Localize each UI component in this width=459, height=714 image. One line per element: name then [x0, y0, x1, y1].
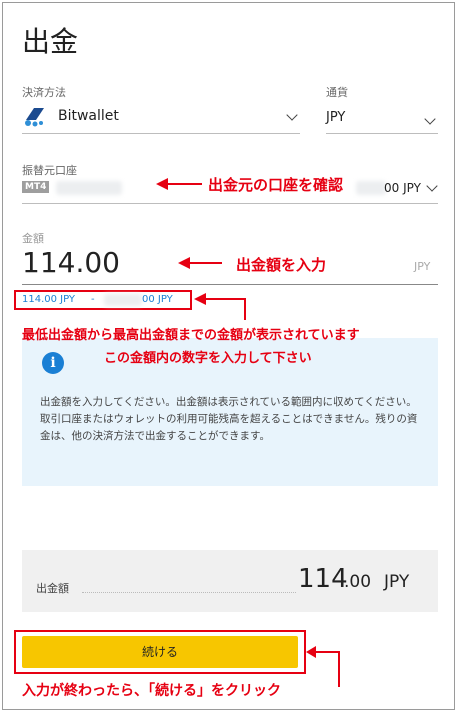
annotation-arrow-continue-v — [338, 651, 340, 687]
payment-underline — [22, 133, 300, 134]
info-text: 出金額を入力してください。出金額は表示されている範囲内に収めてください。取引口座… — [40, 396, 418, 442]
info-icon: i — [42, 352, 64, 374]
currency-value: JPY — [326, 110, 346, 125]
annotation-range-line1: 最低出金額から最高出金額までの金額が表示されています — [22, 328, 360, 343]
account-type-tag: MT4 — [22, 181, 50, 193]
range-max-suffix: 00 JPY — [142, 294, 173, 305]
chevron-down-icon — [424, 113, 436, 125]
page-title: 出金 — [22, 25, 79, 58]
annotation-arrow-account-shaft — [166, 183, 202, 185]
payment-method-select[interactable]: Bitwallet — [22, 104, 312, 134]
continue-button[interactable]: 続ける — [22, 636, 298, 668]
range-max-redacted — [104, 294, 142, 306]
payment-method-label: 決済方法 — [22, 86, 66, 99]
summary-unit: JPY — [384, 572, 410, 592]
currency-select[interactable]: JPY — [326, 104, 438, 134]
annotation-arrow-range-v — [244, 298, 246, 320]
summary-amount-dec: .00 — [344, 572, 372, 592]
annotation-arrow-continue-h — [314, 651, 340, 653]
annotation-range-line2: この金額内の数字を入力して下さい — [104, 351, 312, 366]
annotation-arrow-amount-shaft — [188, 262, 222, 264]
summary-amount-int: 114 — [298, 564, 348, 594]
balance-redacted — [356, 181, 386, 195]
amount-unit: JPY — [414, 260, 431, 273]
currency-label: 通貨 — [326, 86, 348, 99]
annotation-amount: 出金額を入力 — [236, 256, 327, 274]
amount-value: 114.00 — [22, 246, 120, 279]
account-underline — [22, 203, 438, 204]
account-label: 振替元口座 — [22, 164, 77, 177]
summary-panel: 出金額 114 .00 JPY — [22, 550, 438, 612]
annotation-account: 出金元の口座を確認 — [208, 176, 344, 194]
range-min: 114.00 JPY — [22, 294, 76, 305]
amount-underline — [22, 284, 438, 285]
account-balance-suffix: 00 JPY — [384, 181, 421, 195]
annotation-continue: 入力が終わったら、「続ける」をクリック — [22, 683, 281, 699]
account-number-redacted — [56, 181, 122, 195]
amount-input[interactable]: 114.00 JPY — [22, 244, 438, 284]
chevron-down-icon — [286, 109, 298, 121]
annotation-arrow-range-h — [204, 298, 246, 300]
summary-dotted-leader — [82, 592, 296, 593]
summary-label: 出金額 — [36, 582, 69, 595]
payment-method-value: Bitwallet — [58, 108, 119, 124]
currency-underline — [326, 133, 438, 134]
range-separator: - — [91, 294, 95, 305]
bitwallet-logo-icon — [25, 108, 44, 127]
chevron-down-icon — [426, 180, 438, 192]
